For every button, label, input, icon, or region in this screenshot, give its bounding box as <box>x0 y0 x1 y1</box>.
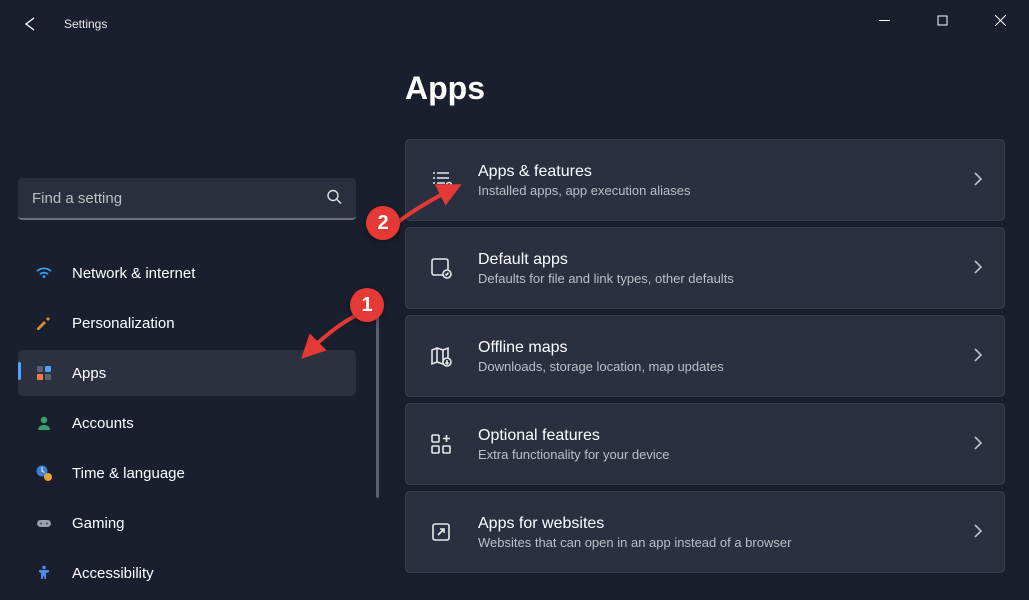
person-icon <box>34 413 54 433</box>
card-title: Apps for websites <box>478 515 950 533</box>
search-wrapper <box>18 178 356 220</box>
maximize-button[interactable] <box>913 0 971 40</box>
card-subtitle: Websites that can open in an app instead… <box>478 535 950 550</box>
sidebar-item-label: Gaming <box>72 515 125 532</box>
map-download-icon <box>428 343 454 369</box>
minimize-button[interactable] <box>855 0 913 40</box>
wifi-icon <box>34 263 54 283</box>
sidebar-item-label: Accounts <box>72 415 134 432</box>
card-title: Optional features <box>478 427 950 445</box>
app-title: Settings <box>64 17 107 31</box>
sidebar-item-label: Network & internet <box>72 265 195 282</box>
sidebar-item-accounts[interactable]: Accounts <box>18 400 356 446</box>
sidebar-item-time-language[interactable]: Time & language <box>18 450 356 496</box>
card-subtitle: Defaults for file and link types, other … <box>478 271 950 286</box>
sidebar-item-accessibility[interactable]: Accessibility <box>18 550 356 596</box>
close-button[interactable] <box>971 0 1029 40</box>
sidebar-item-label: Time & language <box>72 465 185 482</box>
card-apps-for-websites[interactable]: Apps for websites Websites that can open… <box>405 491 1005 573</box>
card-apps-features[interactable]: Apps & features Installed apps, app exec… <box>405 139 1005 221</box>
settings-card-list: Apps & features Installed apps, app exec… <box>405 139 1005 573</box>
card-title: Offline maps <box>478 339 950 357</box>
page-title: Apps <box>405 70 1005 107</box>
annotation-arrow <box>392 180 466 228</box>
sidebar-item-label: Personalization <box>72 315 175 332</box>
card-default-apps[interactable]: Default apps Defaults for file and link … <box>405 227 1005 309</box>
search-input[interactable] <box>18 178 356 220</box>
sidebar-item-gaming[interactable]: Gaming <box>18 500 356 546</box>
clock-globe-icon <box>34 463 54 483</box>
chevron-right-icon <box>974 524 982 541</box>
apps-icon <box>34 363 54 383</box>
accessibility-icon <box>34 563 54 583</box>
sidebar: Network & internet Personalization Apps … <box>18 178 358 600</box>
open-external-icon <box>428 519 454 545</box>
gamepad-icon <box>34 513 54 533</box>
card-offline-maps[interactable]: Offline maps Downloads, storage location… <box>405 315 1005 397</box>
card-title: Apps & features <box>478 163 950 181</box>
card-subtitle: Extra functionality for your device <box>478 447 950 462</box>
default-app-icon <box>428 255 454 281</box>
chevron-right-icon <box>974 348 982 365</box>
chevron-right-icon <box>974 260 982 277</box>
card-title: Default apps <box>478 251 950 269</box>
card-subtitle: Downloads, storage location, map updates <box>478 359 950 374</box>
chevron-right-icon <box>974 172 982 189</box>
search-icon <box>326 189 342 210</box>
sidebar-item-label: Apps <box>72 365 106 382</box>
card-subtitle: Installed apps, app execution aliases <box>478 183 950 198</box>
chevron-right-icon <box>974 436 982 453</box>
annotation-badge: 2 <box>366 206 400 240</box>
card-optional-features[interactable]: Optional features Extra functionality fo… <box>405 403 1005 485</box>
sidebar-item-label: Accessibility <box>72 565 154 582</box>
annotation-badge: 1 <box>350 288 384 322</box>
add-feature-icon <box>428 431 454 457</box>
sidebar-item-network[interactable]: Network & internet <box>18 250 356 296</box>
window-controls <box>855 0 1029 40</box>
paintbrush-icon <box>34 313 54 333</box>
back-button[interactable] <box>20 14 40 34</box>
main-content: Apps Apps & features Installed apps, app… <box>405 70 1005 573</box>
